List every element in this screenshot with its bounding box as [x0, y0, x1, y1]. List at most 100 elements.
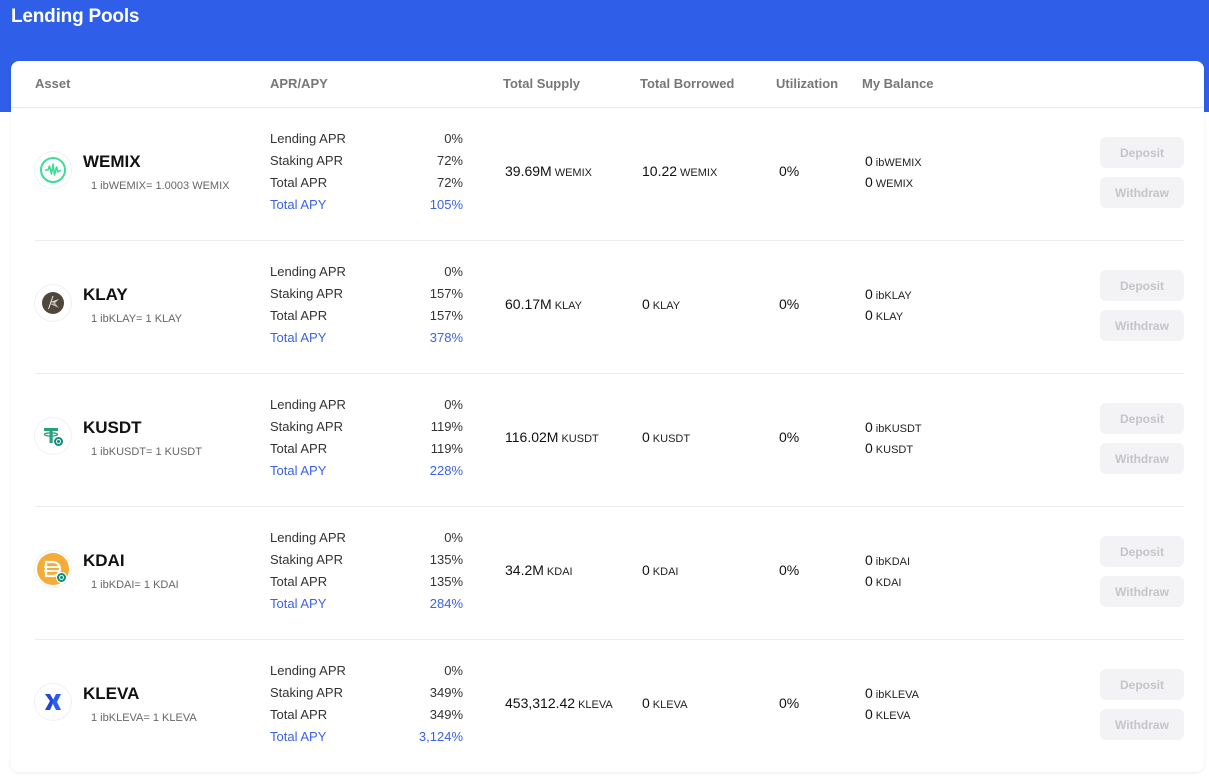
balance-value: 0 — [865, 573, 873, 589]
total-borrowed-unit: KLEVA — [652, 699, 688, 711]
total-apr-label: Total APR — [270, 308, 328, 323]
balance-unit: KLAY — [875, 311, 904, 323]
balance-value: 0 — [865, 440, 873, 456]
total-apr-label: Total APR — [270, 441, 328, 456]
total-borrowed-unit: KLAY — [652, 300, 681, 312]
lending-apr-value: 0% — [444, 397, 463, 412]
lending-apr-value: 0% — [444, 131, 463, 146]
total-supply-value: 34.2M — [505, 562, 544, 578]
withdraw-button[interactable]: Withdraw — [1100, 576, 1184, 607]
withdraw-button[interactable]: Withdraw — [1100, 443, 1184, 474]
asset-name: KLAY — [83, 285, 128, 304]
utilization-value: 0% — [779, 429, 800, 445]
balance-underlying: 0 WEMIX — [865, 174, 913, 190]
wemix-logo-icon — [35, 152, 71, 188]
utilization-value: 0% — [779, 296, 800, 312]
asset-name: KLEVA — [83, 684, 140, 703]
total-apr-value: 157% — [429, 308, 463, 323]
staking-apr-value: 349% — [429, 685, 463, 700]
total-apy-value: 284% — [429, 596, 463, 611]
withdraw-button[interactable]: Withdraw — [1100, 177, 1184, 208]
balance-unit: KLEVA — [875, 710, 911, 722]
balance-value: 0 — [865, 174, 873, 190]
balance-ib-value: 0 — [865, 552, 873, 568]
table-row: WEMIX 1 ibWEMIX= 1.0003 WEMIX Lending AP… — [11, 108, 1204, 241]
balance-underlying: 0 KLEVA — [865, 706, 910, 722]
balance-ib-value: 0 — [865, 685, 873, 701]
utilization-value: 0% — [779, 163, 800, 179]
deposit-button[interactable]: Deposit — [1100, 403, 1184, 434]
balance-ib-unit: ibKUSDT — [875, 423, 922, 435]
utilization-value: 0% — [779, 562, 800, 578]
withdraw-button[interactable]: Withdraw — [1100, 310, 1184, 341]
total-apy-value: 105% — [429, 197, 463, 212]
column-header-my-balance: My Balance — [862, 76, 934, 91]
lending-apr-label: Lending APR — [270, 530, 346, 545]
total-apr-value: 72% — [436, 175, 463, 190]
exchange-rate: 1 ibKLAY= 1 KLAY — [91, 313, 183, 325]
staking-apr-value: 119% — [430, 419, 463, 434]
balance-ib: 0 ibKLEVA — [865, 685, 919, 701]
balance-underlying: 0 KLAY — [865, 307, 903, 323]
total-borrowed-value: 0 — [642, 562, 650, 578]
lending-apr-label: Lending APR — [270, 663, 346, 678]
staking-apr-value: 135% — [429, 552, 463, 567]
column-header-apr-apy: APR/APY — [270, 76, 328, 91]
total-borrowed-unit: KDAI — [652, 566, 679, 578]
staking-apr-value: 157% — [429, 286, 463, 301]
total-apy-label: Total APY — [270, 330, 327, 345]
deposit-button[interactable]: Deposit — [1100, 270, 1184, 301]
lending-apr-label: Lending APR — [270, 131, 346, 146]
lending-pools-table: Asset APR/APY Total Supply Total Borrowe… — [11, 61, 1204, 772]
total-supply-unit: KLEVA — [578, 699, 613, 711]
withdraw-button[interactable]: Withdraw — [1100, 709, 1184, 740]
klay-logo-icon — [35, 285, 71, 321]
total-apr-label: Total APR — [270, 707, 328, 722]
total-apy-value: 228% — [429, 463, 463, 478]
utilization-value: 0% — [779, 695, 800, 711]
deposit-button[interactable]: Deposit — [1100, 669, 1184, 700]
exchange-rate: 1 ibWEMIX= 1.0003 WEMIX — [91, 180, 230, 192]
total-borrowed: 0 KLEVA — [642, 695, 687, 711]
column-header-total-supply: Total Supply — [503, 76, 581, 91]
page-title: Lending Pools — [11, 6, 140, 27]
total-borrowed: 0 KDAI — [642, 562, 678, 578]
total-supply-unit: WEMIX — [554, 167, 592, 179]
table-row: KUSDT 1 ibKUSDT= 1 KUSDT Lending APR 0% … — [11, 374, 1204, 507]
total-apy-label: Total APY — [270, 729, 327, 744]
total-supply: 453,312.42 KLEVA — [505, 695, 613, 711]
total-supply-value: 39.69M — [505, 163, 552, 179]
total-apy-value: 378% — [429, 330, 463, 345]
staking-apr-value: 72% — [436, 153, 463, 168]
total-apr-label: Total APR — [270, 574, 328, 589]
balance-unit: KUSDT — [875, 444, 914, 456]
kdai-logo-icon — [35, 551, 71, 587]
total-borrowed-value: 0 — [642, 695, 650, 711]
balance-ib-unit: ibKDAI — [875, 556, 911, 568]
staking-apr-label: Staking APR — [270, 685, 343, 700]
exchange-rate: 1 ibKDAI= 1 KDAI — [91, 579, 179, 591]
lending-apr-value: 0% — [444, 663, 463, 678]
total-apy-label: Total APY — [270, 197, 327, 212]
total-supply-unit: KUSDT — [561, 433, 599, 445]
staking-apr-label: Staking APR — [270, 153, 343, 168]
total-supply-value: 116.02M — [505, 429, 559, 445]
balance-unit: WEMIX — [875, 178, 914, 190]
deposit-button[interactable]: Deposit — [1100, 137, 1184, 168]
total-apr-value: 135% — [429, 574, 463, 589]
lending-apr-label: Lending APR — [270, 264, 346, 279]
asset-name: KUSDT — [83, 418, 142, 437]
total-apy-value: 3,124% — [418, 729, 463, 744]
total-supply: 116.02M KUSDT — [505, 429, 599, 445]
balance-ib: 0 ibKLAY — [865, 286, 912, 302]
balance-value: 0 — [865, 307, 873, 323]
lending-apr-value: 0% — [444, 530, 463, 545]
balance-ib-value: 0 — [865, 419, 873, 435]
total-apy-label: Total APY — [270, 463, 327, 478]
total-apr-value: 119% — [430, 441, 463, 456]
asset-name: KDAI — [83, 551, 125, 570]
deposit-button[interactable]: Deposit — [1100, 536, 1184, 567]
total-borrowed-unit: KUSDT — [652, 433, 691, 445]
column-header-asset: Asset — [35, 76, 71, 91]
total-apy-label: Total APY — [270, 596, 327, 611]
